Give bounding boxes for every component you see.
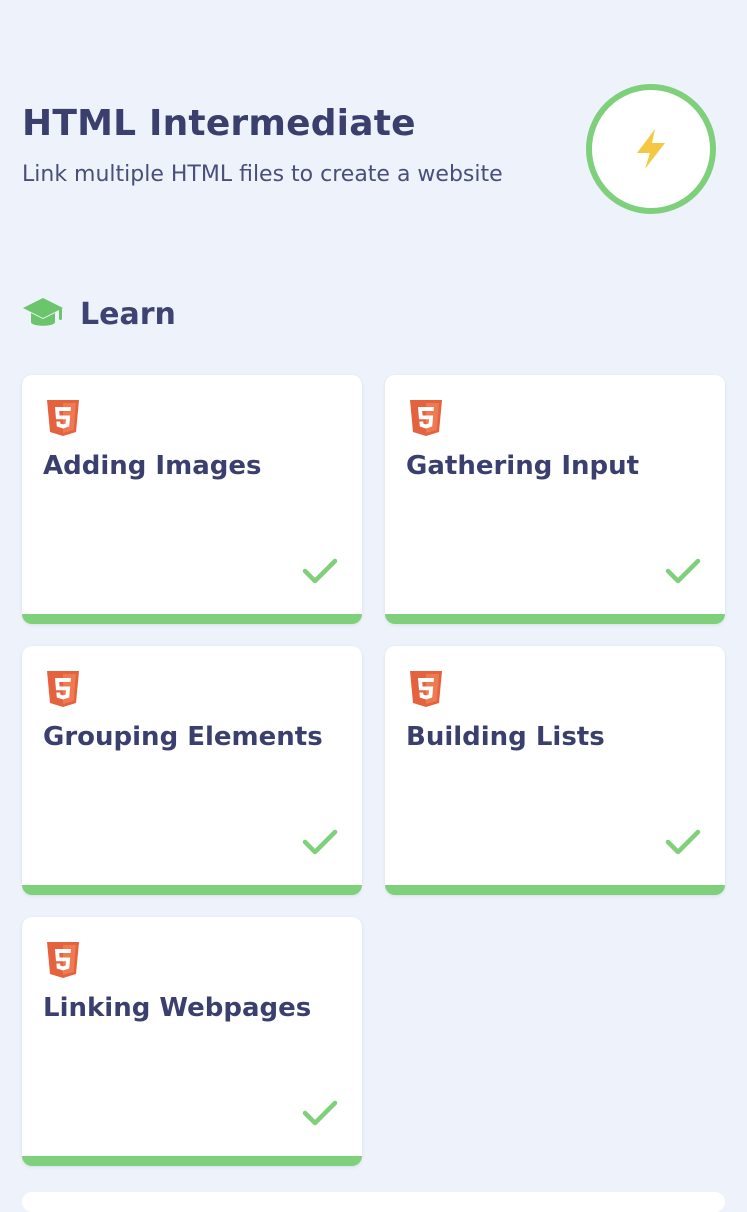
html5-icon (47, 671, 79, 707)
html5-icon (47, 942, 79, 978)
graduation-cap-icon (23, 298, 63, 326)
html5-icon (47, 400, 79, 436)
html5-icon (410, 400, 442, 436)
lesson-title: Grouping Elements (43, 722, 323, 752)
lesson-card[interactable]: Grouping Elements (22, 646, 362, 895)
section-title: Learn (80, 296, 176, 332)
html5-icon (410, 671, 442, 707)
lesson-progress-bar (22, 885, 362, 895)
section-header-learn: Learn (22, 296, 176, 332)
course-header: HTML Intermediate Link multiple HTML fil… (22, 98, 582, 190)
checkmark-icon (302, 558, 338, 584)
lesson-card[interactable]: Gathering Input (385, 375, 725, 624)
checkmark-icon (302, 829, 338, 855)
lesson-title: Linking Webpages (43, 993, 312, 1023)
checkmark-icon (665, 829, 701, 855)
lesson-title: Adding Images (43, 451, 262, 481)
lesson-card[interactable]: Adding Images (22, 375, 362, 624)
course-badge (586, 84, 716, 214)
lesson-progress-bar (22, 1156, 362, 1166)
lesson-title: Gathering Input (406, 451, 640, 481)
lesson-title: Building Lists (406, 722, 605, 752)
checkmark-icon (665, 558, 701, 584)
checkmark-icon (302, 1100, 338, 1126)
course-subtitle: Link multiple HTML files to create a web… (22, 162, 503, 187)
lightning-bolt-icon (637, 129, 665, 169)
course-title: HTML Intermediate (22, 103, 416, 144)
next-section-card (22, 1192, 725, 1212)
lesson-card[interactable]: Linking Webpages (22, 917, 362, 1166)
lesson-progress-bar (385, 885, 725, 895)
lesson-card[interactable]: Building Lists (385, 646, 725, 895)
lesson-progress-bar (385, 614, 725, 624)
lesson-progress-bar (22, 614, 362, 624)
